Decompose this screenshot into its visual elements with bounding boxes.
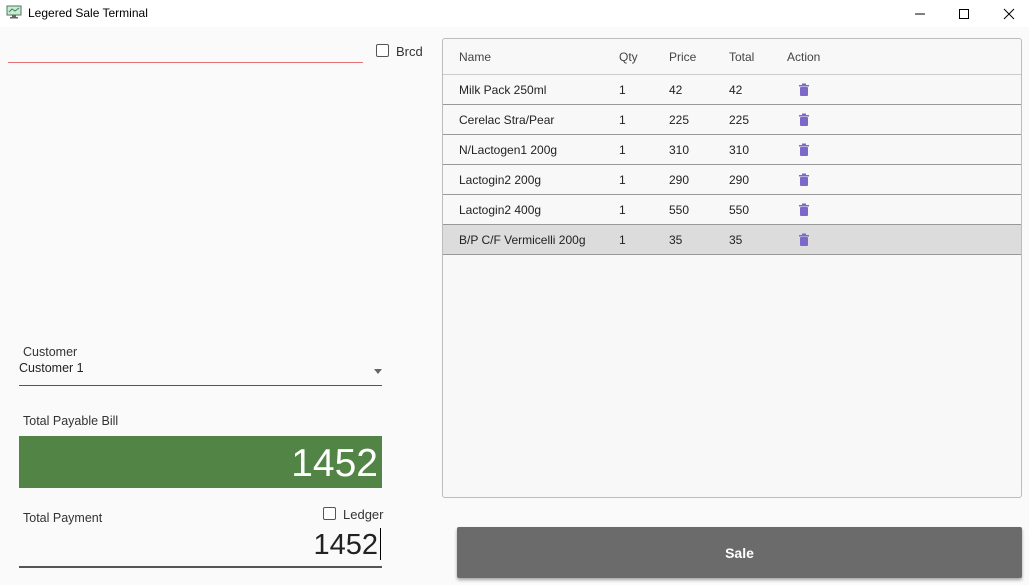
customer-underline (19, 385, 382, 386)
column-header-action[interactable]: Action (787, 50, 820, 64)
cell-total: 310 (729, 143, 750, 157)
cell-price: 550 (669, 203, 690, 217)
maximize-button[interactable] (941, 0, 987, 27)
cell-name: B/P C/F Vermicelli 200g (459, 233, 586, 247)
cell-price: 290 (669, 173, 690, 187)
column-header-qty[interactable]: Qty (619, 50, 638, 64)
app-monitor-icon (6, 5, 22, 19)
cell-name: Milk Pack 250ml (459, 83, 547, 97)
cell-price: 310 (669, 143, 690, 157)
table-row[interactable]: Lactogin2 400g 1 550 550 (443, 195, 1021, 225)
cell-price: 35 (669, 233, 683, 247)
close-icon (1003, 8, 1015, 19)
bill-value: 1452 (291, 442, 378, 485)
table-row[interactable]: Cerelac Stra/Pear 1 225 225 (443, 105, 1021, 135)
barcode-input[interactable] (8, 38, 363, 64)
close-button[interactable] (986, 0, 1029, 27)
column-header-price[interactable]: Price (669, 50, 696, 64)
window-title: Legered Sale Terminal (28, 6, 148, 20)
barcode-checkbox[interactable] (376, 44, 389, 57)
delete-icon[interactable] (798, 173, 810, 187)
minimize-icon (915, 13, 925, 14)
cell-total: 35 (729, 233, 743, 247)
items-grid[interactable]: Name Qty Price Total Action Milk Pack 25… (442, 38, 1022, 498)
cell-price: 42 (669, 83, 683, 97)
bill-display: 1452 (19, 436, 382, 488)
cell-name: Cerelac Stra/Pear (459, 113, 555, 127)
payment-input[interactable]: 1452 (19, 526, 382, 566)
cell-qty: 1 (619, 83, 626, 97)
cell-name: N/Lactogen1 200g (459, 143, 558, 157)
barcode-checkbox-label: Brcd (396, 44, 423, 59)
delete-icon[interactable] (798, 113, 810, 127)
chevron-down-icon (374, 369, 382, 374)
payment-underline (19, 566, 382, 568)
maximize-icon (959, 8, 969, 19)
table-row-selected[interactable]: B/P C/F Vermicelli 200g 1 35 35 (443, 225, 1021, 255)
delete-icon[interactable] (798, 143, 810, 157)
cell-total: 225 (729, 113, 750, 127)
payment-label: Total Payment (23, 511, 103, 525)
delete-icon[interactable] (798, 83, 810, 97)
delete-icon[interactable] (798, 203, 810, 217)
title-bar: Legered Sale Terminal (0, 0, 1029, 27)
cell-qty: 1 (619, 203, 626, 217)
cell-name: Lactogin2 400g (459, 203, 542, 217)
table-row[interactable]: Milk Pack 250ml 1 42 42 (443, 75, 1021, 105)
cell-total: 42 (729, 83, 743, 97)
cell-price: 225 (669, 113, 690, 127)
cell-name: Lactogin2 200g (459, 173, 542, 187)
cell-qty: 1 (619, 233, 626, 247)
text-caret (380, 528, 381, 560)
grid-header: Name Qty Price Total Action (443, 39, 1021, 75)
sale-button[interactable]: Sale (457, 527, 1022, 578)
cell-total: 290 (729, 173, 750, 187)
table-row[interactable]: Lactogin2 200g 1 290 290 (443, 165, 1021, 195)
ledger-checkbox-label: Ledger (343, 507, 384, 522)
customer-label: Customer (23, 345, 78, 359)
delete-icon[interactable] (798, 233, 810, 247)
minimize-button[interactable] (897, 0, 943, 27)
column-header-name[interactable]: Name (459, 50, 491, 64)
customer-select[interactable]: Customer 1 (19, 358, 382, 385)
cell-qty: 1 (619, 143, 626, 157)
barcode-input-underline (8, 62, 363, 63)
cell-qty: 1 (619, 173, 626, 187)
column-header-total[interactable]: Total (729, 50, 754, 64)
customer-selected-value: Customer 1 (19, 361, 84, 375)
cell-total: 550 (729, 203, 750, 217)
bill-label: Total Payable Bill (23, 414, 119, 428)
table-row[interactable]: N/Lactogen1 200g 1 310 310 (443, 135, 1021, 165)
payment-value: 1452 (313, 529, 378, 561)
cell-qty: 1 (619, 113, 626, 127)
ledger-checkbox[interactable] (323, 507, 336, 520)
